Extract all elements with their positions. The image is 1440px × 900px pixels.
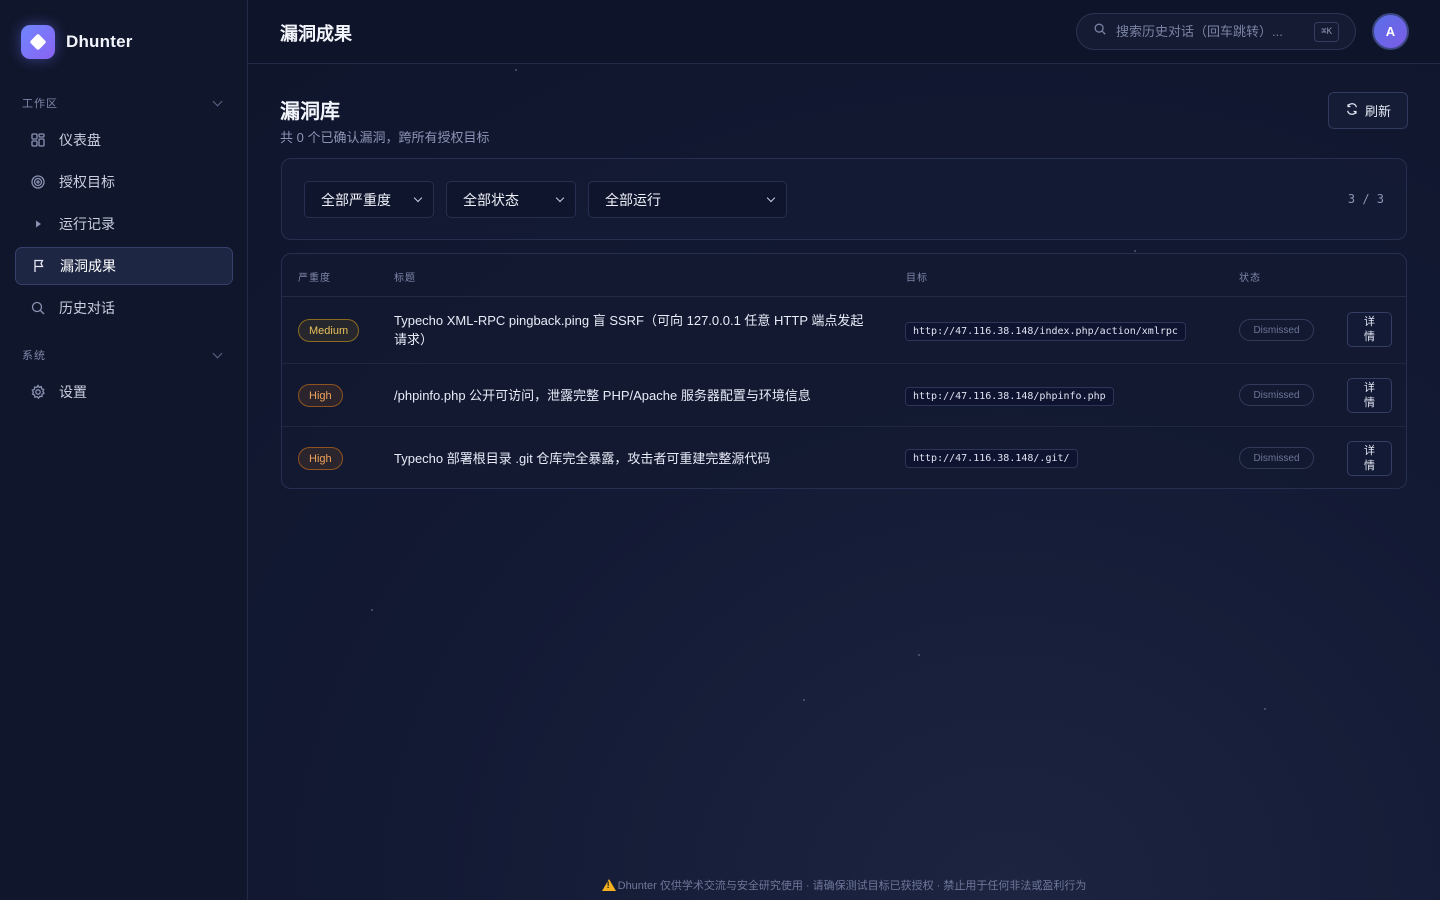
warning-icon: [601, 879, 616, 891]
sidebar-item-label: 漏洞成果: [60, 258, 116, 274]
sidebar-item-label: 设置: [59, 384, 87, 400]
brand-logo-icon: [21, 25, 55, 59]
table-row[interactable]: High /phpinfo.php 公开可访问，泄露完整 PHP/Apache …: [282, 364, 1406, 427]
sidebar-item-findings[interactable]: 漏洞成果: [15, 247, 233, 285]
table-row[interactable]: High Typecho 部署根目录 .git 仓库完全暴露，攻击者可重建完整源…: [282, 427, 1406, 488]
sidebar-item-label: 历史对话: [59, 300, 115, 316]
status-badge: Dismissed: [1239, 319, 1314, 341]
table-header: 严重度 标题 目标 状态: [282, 254, 1406, 297]
page-title: 漏洞成果: [280, 24, 352, 44]
library-title: 漏洞库: [280, 101, 340, 123]
detail-button[interactable]: 详情: [1347, 441, 1392, 476]
background-star: [1134, 250, 1136, 252]
chevron-down-icon: [212, 348, 223, 358]
target-url: http://47.116.38.148/phpinfo.php: [905, 387, 1114, 406]
flag-icon: [31, 258, 47, 274]
column-header-title: 标题: [394, 273, 416, 284]
severity-filter-value: 全部严重度: [321, 191, 391, 208]
run-filter-value: 全部运行: [605, 191, 661, 208]
refresh-icon: [1345, 102, 1365, 119]
detail-button[interactable]: 详情: [1347, 378, 1392, 413]
status-badge: Dismissed: [1239, 447, 1314, 469]
severity-badge: Medium: [298, 319, 360, 342]
avatar[interactable]: A: [1372, 13, 1409, 50]
target-url: http://47.116.38.148/index.php/action/xm…: [905, 322, 1186, 341]
section-system[interactable]: 系统: [22, 347, 224, 363]
sidebar-item-label: 运行记录: [59, 216, 115, 232]
sidebar-item-settings[interactable]: 设置: [15, 373, 233, 411]
library-subtitle: 共 0 个已确认漏洞，跨所有授权目标: [280, 130, 490, 145]
search-input[interactable]: [1116, 24, 1296, 39]
brand-name: Dhunter: [66, 32, 133, 51]
brand[interactable]: Dhunter: [21, 25, 133, 59]
detail-button[interactable]: 详情: [1347, 312, 1392, 347]
top-bar: 漏洞成果 ⌘K A: [248, 0, 1440, 64]
sidebar: Dhunter 工作区 仪表盘 授权目标 运行记录 漏洞成果 历史对话 系统 设…: [0, 0, 248, 900]
sidebar-item-history[interactable]: 历史对话: [15, 289, 233, 327]
status-badge: Dismissed: [1239, 384, 1314, 406]
section-workspace[interactable]: 工作区: [22, 95, 224, 111]
section-workspace-label: 工作区: [22, 98, 58, 110]
finding-title: Typecho XML-RPC pingback.ping 盲 SSRF（可向 …: [394, 313, 864, 347]
severity-badge: High: [298, 447, 343, 470]
background-star: [515, 69, 517, 71]
play-icon: [30, 216, 46, 232]
target-url: http://47.116.38.148/.git/: [905, 449, 1078, 468]
status-filter-value: 全部状态: [463, 191, 519, 208]
chevron-down-icon: [555, 193, 565, 203]
run-filter-select[interactable]: 全部运行: [588, 181, 787, 218]
gear-icon: [30, 384, 46, 400]
search-icon: [1093, 22, 1107, 41]
search-icon: [30, 300, 46, 316]
sidebar-item-label: 仪表盘: [59, 132, 101, 148]
footer-disclaimer: Dhunter 仅供学术交流与安全研究使用 · 请确保测试目标已获授权 · 禁止…: [617, 880, 1087, 892]
chevron-down-icon: [212, 96, 223, 106]
footer: Dhunter 仅供学术交流与安全研究使用 · 请确保测试目标已获授权 · 禁止…: [248, 870, 1440, 900]
column-header-severity: 严重度: [298, 273, 331, 284]
background-star: [803, 699, 805, 701]
table-row[interactable]: Medium Typecho XML-RPC pingback.ping 盲 S…: [282, 297, 1406, 364]
filter-panel: 全部严重度 全部状态 全部运行 3 / 3: [281, 158, 1407, 240]
background-star: [918, 654, 920, 656]
background-star: [371, 609, 373, 611]
dashboard-icon: [30, 132, 46, 148]
sidebar-item-dashboard[interactable]: 仪表盘: [15, 121, 233, 159]
sidebar-item-label: 授权目标: [59, 174, 115, 190]
refresh-button[interactable]: 刷新: [1328, 92, 1408, 129]
column-header-status: 状态: [1239, 273, 1261, 284]
search-shortcut-badge: ⌘K: [1314, 22, 1339, 42]
sidebar-item-targets[interactable]: 授权目标: [15, 163, 233, 201]
target-icon: [30, 174, 46, 190]
findings-table: 严重度 标题 目标 状态 Medium Typecho XML-RPC ping…: [281, 253, 1407, 489]
sidebar-item-runs[interactable]: 运行记录: [15, 205, 233, 243]
refresh-label: 刷新: [1364, 104, 1391, 119]
chevron-down-icon: [766, 193, 776, 203]
chevron-down-icon: [413, 193, 423, 203]
background-star: [1264, 708, 1266, 710]
column-header-target: 目标: [906, 273, 928, 284]
result-count: 3 / 3: [1347, 192, 1384, 206]
finding-title: Typecho 部署根目录 .git 仓库完全暴露，攻击者可重建完整源代码: [394, 451, 771, 466]
status-filter-select[interactable]: 全部状态: [446, 181, 576, 218]
search-box[interactable]: ⌘K: [1076, 13, 1356, 50]
severity-badge: High: [298, 384, 343, 407]
severity-filter-select[interactable]: 全部严重度: [304, 181, 434, 218]
section-system-label: 系统: [22, 350, 46, 362]
finding-title: /phpinfo.php 公开可访问，泄露完整 PHP/Apache 服务器配置…: [394, 388, 811, 403]
